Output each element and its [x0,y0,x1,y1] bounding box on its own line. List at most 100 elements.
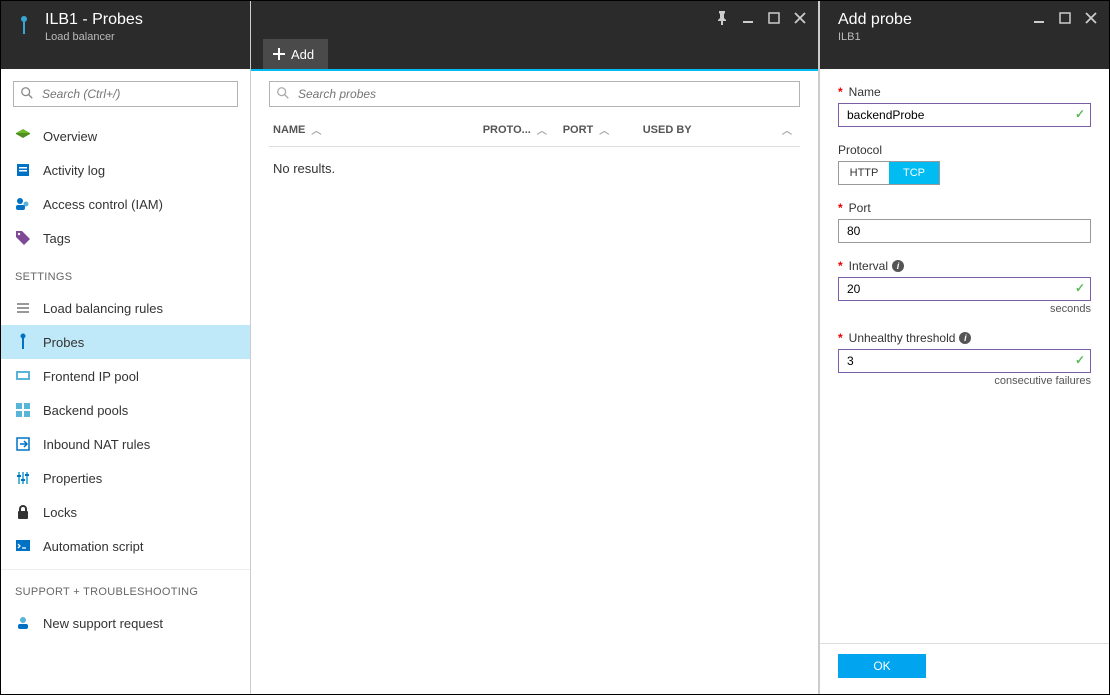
nav-iam[interactable]: Access control (IAM) [1,187,250,221]
close-button[interactable] [788,7,812,29]
lock-icon [15,504,31,520]
pin-button[interactable] [710,7,734,29]
probes-search-input[interactable] [269,81,800,107]
close-button[interactable] [1079,7,1103,29]
left-header: ILB1 - Probes Load balancer [1,1,250,69]
probes-search [269,81,800,107]
nav-label: Backend pools [43,403,128,418]
add-button-label: Add [291,47,314,62]
field-interval: ✓ [838,277,1091,301]
nav-locks[interactable]: Locks [1,495,250,529]
info-icon[interactable]: i [892,260,904,272]
search-icon [276,86,290,100]
section-settings: SETTINGS [1,255,250,291]
search-icon [20,86,34,100]
nav-inbound-nat[interactable]: Inbound NAT rules [1,427,250,461]
sort-icon: ︿ [599,122,609,137]
nav-backend-pools[interactable]: Backend pools [1,393,250,427]
section-support: SUPPORT + TROUBLESHOOTING [1,569,250,606]
nav-activity-log[interactable]: Activity log [1,153,250,187]
nat-icon [15,436,31,452]
lb-rules-icon [15,300,31,316]
hint-threshold: consecutive failures [838,375,1091,387]
backend-pools-icon [15,402,31,418]
right-title: Add probe [838,11,912,29]
port-input[interactable] [838,219,1091,243]
nav-label: Tags [43,231,70,246]
support-icon [15,615,31,631]
script-icon [15,538,31,554]
nav-search-input[interactable] [13,81,238,107]
nav-lb-rules[interactable]: Load balancing rules [1,291,250,325]
probes-table-header: NAME︿ PROTO...︿ PORT︿ USED BY︿ [269,113,800,147]
label-name: *Name [838,85,1091,99]
activity-log-icon [15,162,31,178]
no-results-text: No results. [269,147,800,190]
nav-new-support-request[interactable]: New support request [1,606,250,640]
col-used-by[interactable]: USED BY︿ [643,122,800,137]
label-port: *Port [838,201,1091,215]
protocol-toggle: HTTP TCP [838,161,940,185]
properties-icon [15,470,31,486]
sort-icon: ︿ [537,122,547,137]
col-name[interactable]: NAME︿ [269,122,483,137]
blade-add-probe: Add probe ILB1 *Name ✓ Protocol HTTP TCP… [819,1,1109,694]
col-port[interactable]: PORT︿ [563,122,643,137]
nav-label: Frontend IP pool [43,369,139,384]
field-name: ✓ [838,103,1091,127]
threshold-input[interactable] [838,349,1091,373]
field-threshold: ✓ [838,349,1091,373]
nav-label: Overview [43,129,97,144]
nav-label: Inbound NAT rules [43,437,150,452]
hint-interval: seconds [838,303,1091,315]
col-protocol[interactable]: PROTO...︿ [483,122,563,137]
probes-icon [15,334,31,350]
nav-properties[interactable]: Properties [1,461,250,495]
minimize-button[interactable] [1027,7,1051,29]
nav-search [13,81,238,107]
nav-label: Load balancing rules [43,301,163,316]
right-header: Add probe ILB1 [820,1,1109,69]
nav-frontend-ip[interactable]: Frontend IP pool [1,359,250,393]
right-footer: OK [820,643,1109,694]
info-icon[interactable]: i [959,332,971,344]
nav-list: Overview Activity log Access control (IA… [1,119,250,694]
nav-label: Automation script [43,539,143,554]
nav-label: Probes [43,335,84,350]
interval-input[interactable] [838,277,1091,301]
nav-probes[interactable]: Probes [1,325,250,359]
nav-overview[interactable]: Overview [1,119,250,153]
label-interval: *Intervali [838,259,1091,273]
plus-icon [273,48,285,60]
maximize-button[interactable] [762,7,786,29]
left-title: ILB1 - Probes [45,11,143,29]
nav-label: Activity log [43,163,105,178]
nav-tags[interactable]: Tags [1,221,250,255]
check-icon: ✓ [1075,107,1085,121]
left-subtitle: Load balancer [45,31,143,43]
overview-icon [15,128,31,144]
sort-icon: ︿ [782,122,792,137]
maximize-button[interactable] [1053,7,1077,29]
nav-label: Properties [43,471,102,486]
right-window-controls [1027,7,1103,29]
check-icon: ✓ [1075,353,1085,367]
tag-icon [15,230,31,246]
check-icon: ✓ [1075,281,1085,295]
name-input[interactable] [838,103,1091,127]
right-subtitle: ILB1 [838,31,912,43]
minimize-button[interactable] [736,7,760,29]
label-threshold: *Unhealthy thresholdi [838,331,1091,345]
ok-button[interactable]: OK [838,654,926,678]
load-balancer-icon [13,11,35,39]
nav-label: Access control (IAM) [43,197,163,212]
protocol-http[interactable]: HTTP [839,162,889,184]
iam-icon [15,196,31,212]
field-port [838,219,1091,243]
frontend-ip-icon [15,368,31,384]
nav-automation-script[interactable]: Automation script [1,529,250,563]
add-button[interactable]: Add [263,39,328,69]
nav-label: New support request [43,616,163,631]
label-protocol: Protocol [838,143,1091,157]
protocol-tcp[interactable]: TCP [889,162,939,184]
